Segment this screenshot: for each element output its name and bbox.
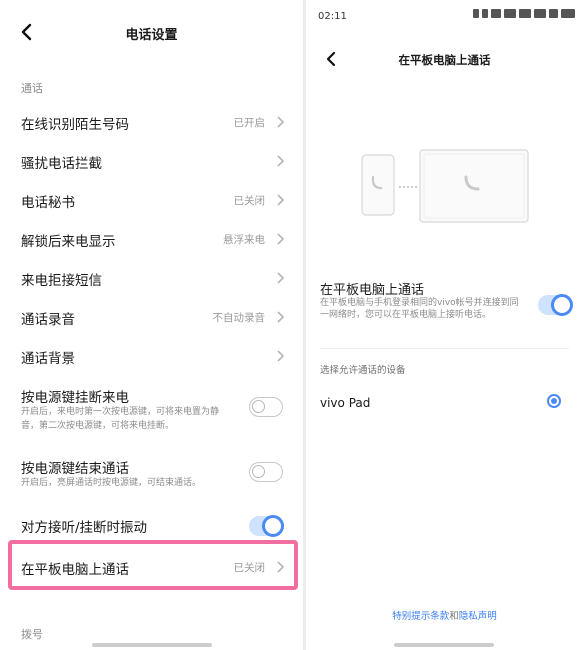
- power-key-end-incoming-toggle[interactable]: [249, 397, 283, 417]
- phone-tablet-illustration: [361, 149, 529, 223]
- row-title: 来电拒接短信: [21, 273, 102, 289]
- section-label-calls: 通话: [21, 82, 43, 95]
- footer-links: 特别提示条款和隐私声明: [306, 608, 583, 622]
- page-title: 电话设置: [125, 28, 178, 43]
- toggle-knob: [252, 465, 265, 478]
- row-value: 已关闭: [233, 562, 266, 574]
- links-connector: 和: [449, 611, 459, 622]
- row-value: 不自动录音: [212, 312, 266, 324]
- row-value: 已关闭: [233, 195, 266, 207]
- tablet-call-toggle-title: 在平板电脑上通话: [320, 283, 425, 298]
- vibrate-icon: [482, 9, 488, 18]
- row-description: 开启后，来电时第一次按电源键，可将来电置为静音，第二次按电源键，可将来电挂断。: [21, 407, 220, 431]
- row-title: 在平板电脑上通话: [21, 562, 129, 578]
- section-label-allowed-devices: 选择允许通话的设备: [320, 365, 406, 376]
- row-call-recording[interactable]: 通话录音 不自动录音: [0, 305, 303, 329]
- row-title: 通话录音: [21, 312, 75, 328]
- data-speed-icon: [491, 9, 501, 18]
- row-power-key-end-call: 按电源键结束通话 开启后，亮屏通话时按电源键，可结束通话。: [0, 454, 303, 494]
- chevron-right-icon: [277, 155, 285, 167]
- privacy-link[interactable]: 隐私声明: [459, 611, 497, 622]
- device-radio[interactable]: [547, 394, 561, 408]
- home-indicator: [92, 643, 212, 647]
- vibrate-toggle[interactable]: [249, 515, 284, 537]
- row-tablet-call[interactable]: 在平板电脑上通话 已关闭: [0, 555, 303, 579]
- bluetooth-icon: [473, 9, 479, 18]
- home-indicator: [394, 643, 494, 647]
- chevron-right-icon: [277, 272, 285, 284]
- row-title: 骚扰电话拦截: [21, 156, 102, 172]
- tablet-call-toggle-description: 在平板电脑与手机登录相同的vivo帐号并连接到同一网络时，您可以在平板电脑上接听…: [320, 298, 519, 320]
- row-title: 在线识别陌生号码: [21, 117, 129, 133]
- chevron-right-icon: [277, 561, 285, 573]
- row-title: 解锁后来电显示: [21, 234, 116, 250]
- row-title: 电话秘书: [21, 195, 75, 211]
- phone-settings-panel: 电话设置 通话 在线识别陌生号码 已开启 骚扰电话拦截 电话秘书 已关闭 解锁后…: [0, 0, 303, 650]
- toggle-knob: [551, 294, 573, 316]
- row-harassment-call-block[interactable]: 骚扰电话拦截: [0, 149, 303, 173]
- hd-icon: [504, 9, 516, 18]
- radio-selected-dot: [551, 398, 557, 404]
- row-title: 对方接听/挂断时振动: [21, 520, 148, 536]
- row-title: 按电源键结束通话: [21, 461, 129, 477]
- wifi-icon: [549, 9, 558, 18]
- signal-icon: [534, 9, 546, 18]
- separator: [320, 348, 569, 349]
- tablet-call-toggle[interactable]: [538, 294, 573, 316]
- device-name[interactable]: vivo Pad: [320, 396, 370, 410]
- row-title: 按电源键挂断来电: [21, 390, 129, 406]
- row-reject-call-sms[interactable]: 来电拒接短信: [0, 266, 303, 290]
- status-time: 02:11: [318, 11, 347, 22]
- section-label-dial: 拨号: [21, 628, 43, 641]
- chevron-right-icon: [277, 116, 285, 128]
- signal-icon: [519, 9, 531, 18]
- chevron-right-icon: [277, 233, 285, 245]
- battery-icon: [561, 9, 575, 18]
- chevron-right-icon: [277, 311, 285, 323]
- chevron-right-icon: [277, 194, 285, 206]
- row-value: 悬浮来电: [223, 234, 265, 246]
- row-value: 已开启: [233, 117, 266, 129]
- row-incoming-display-after-unlock[interactable]: 解锁后来电显示 悬浮来电: [0, 227, 303, 251]
- row-description: 开启后，亮屏通话时按电源键，可结束通话。: [21, 478, 202, 488]
- row-call-secretary[interactable]: 电话秘书 已关闭: [0, 188, 303, 212]
- row-vibrate-on-answer-hangup: 对方接听/挂断时振动: [0, 513, 303, 537]
- row-title: 通话背景: [21, 351, 75, 367]
- row-identify-unknown-numbers[interactable]: 在线识别陌生号码 已开启: [0, 110, 303, 134]
- chevron-right-icon: [277, 350, 285, 362]
- toggle-knob: [252, 400, 265, 413]
- row-call-background[interactable]: 通话背景: [0, 344, 303, 368]
- toggle-knob: [262, 515, 284, 537]
- status-icons: [473, 9, 575, 18]
- tablet-call-panel: 02:11 在平板电脑上通话 在平板电脑上通话 在平板电脑与手机登录相同的viv…: [306, 0, 583, 650]
- terms-link[interactable]: 特别提示条款: [392, 611, 449, 622]
- row-power-key-end-incoming: 按电源键挂断来电 开启后，来电时第一次按电源键，可将来电置为静音，第二次按电源键…: [0, 383, 303, 433]
- page-title: 在平板电脑上通话: [398, 53, 491, 67]
- power-key-end-call-toggle[interactable]: [249, 462, 283, 482]
